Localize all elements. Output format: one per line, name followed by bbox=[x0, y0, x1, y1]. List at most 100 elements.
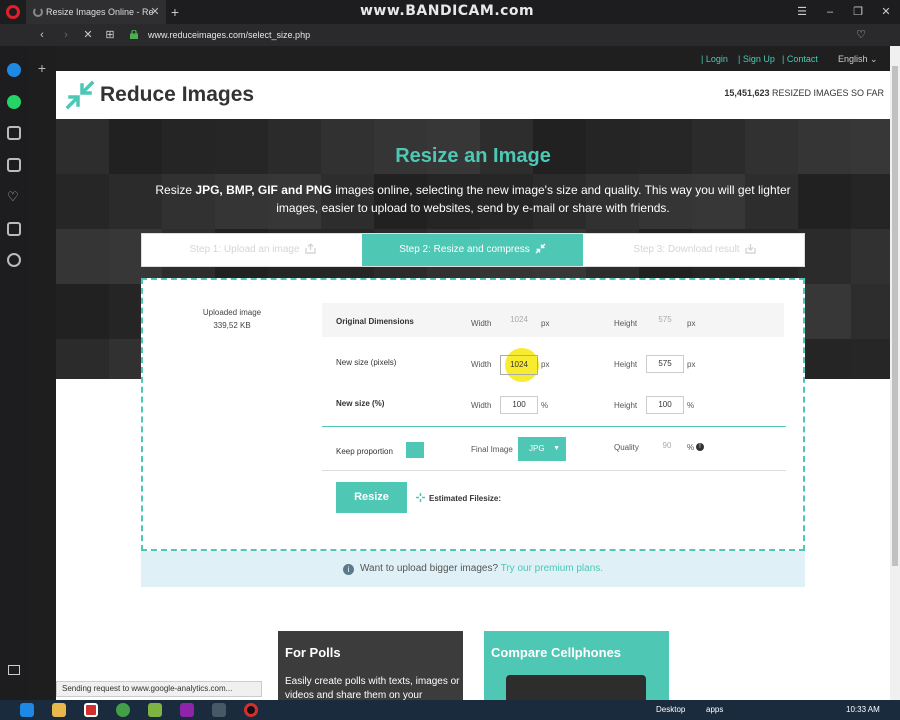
premium-notice-text: Want to upload bigger images? bbox=[359, 563, 501, 574]
site-header: Reduce Images 15,451,623 RESIZED IMAGES … bbox=[56, 71, 890, 119]
info-icon[interactable]: ! bbox=[696, 443, 704, 451]
minimize-button[interactable]: – bbox=[818, 0, 842, 24]
pct-height-unit: % bbox=[687, 401, 695, 410]
forward-icon[interactable]: › bbox=[56, 24, 76, 46]
desktop-toolbar-label[interactable]: Desktop bbox=[656, 700, 685, 720]
file-explorer-icon[interactable] bbox=[52, 703, 66, 717]
app-icon-green[interactable] bbox=[148, 703, 162, 717]
divider-line bbox=[322, 426, 786, 427]
keep-proportion-toggle[interactable] bbox=[406, 442, 424, 458]
bookmark-heart-icon[interactable]: ♡ bbox=[856, 26, 866, 44]
news-icon[interactable] bbox=[7, 222, 21, 236]
login-link[interactable]: | Login bbox=[701, 46, 728, 73]
description-body: images online, selecting the new image's… bbox=[276, 183, 791, 215]
format-value: JPG bbox=[529, 444, 545, 453]
chevron-down-icon: ⌄ bbox=[870, 54, 878, 64]
spinner-icon bbox=[416, 493, 425, 502]
opera-taskbar-icon[interactable] bbox=[84, 703, 98, 717]
polls-promo-card[interactable]: For Polls Easily create polls with texts… bbox=[278, 631, 463, 700]
orig-width-unit: px bbox=[541, 319, 550, 328]
browser-tab-bar: Resize Images Online - Re ✕ + www.BANDIC… bbox=[0, 0, 900, 24]
app-icon-gray[interactable] bbox=[212, 703, 226, 717]
site-top-bar: | Login | Sign Up | Contact English ⌄ bbox=[56, 46, 890, 71]
maximize-button[interactable]: ❐ bbox=[846, 0, 870, 24]
tab-step-2[interactable]: Step 2: Resize and compress bbox=[362, 234, 583, 266]
stop-reload-icon[interactable]: ✕ bbox=[78, 24, 98, 46]
resized-count: 15,451,623 RESIZED IMAGES SO FAR bbox=[724, 88, 884, 98]
format-select[interactable]: JPG ▼ bbox=[518, 437, 566, 461]
orig-width-value: 1024 bbox=[510, 315, 528, 324]
language-select[interactable]: English ⌄ bbox=[838, 46, 878, 73]
new-height-input[interactable]: 575 bbox=[646, 355, 684, 373]
url-field[interactable]: www.reduceimages.com/select_size.php ♡ bbox=[124, 26, 870, 44]
add-tab-plus-icon[interactable]: + bbox=[28, 58, 56, 78]
pct-height-input[interactable]: 100 bbox=[646, 396, 684, 414]
bandicam-watermark: www.BANDICAM.com bbox=[360, 3, 535, 19]
windows-taskbar: Desktop apps 10:33 AM bbox=[0, 700, 900, 720]
browser-status-text: Sending request to www.google-analytics.… bbox=[56, 681, 262, 697]
premium-plans-link[interactable]: Try our premium plans. bbox=[501, 563, 603, 574]
compress-arrows-logo-icon[interactable] bbox=[65, 80, 95, 110]
browser-sidebar: ♡ bbox=[0, 46, 28, 700]
new-height-label: Height bbox=[614, 360, 638, 369]
tab-title: Resize Images Online - Re bbox=[46, 7, 154, 17]
sidebar-toggle-icon[interactable] bbox=[8, 665, 20, 675]
tab-step-3[interactable]: Step 3: Download result bbox=[584, 234, 805, 266]
camera-icon[interactable] bbox=[7, 126, 21, 140]
browser-tab[interactable]: Resize Images Online - Re bbox=[26, 0, 166, 24]
close-window-button[interactable]: ✕ bbox=[874, 0, 898, 24]
chevron-down-icon: ▼ bbox=[553, 445, 560, 452]
lock-icon bbox=[130, 30, 138, 39]
bandicam-record-icon[interactable] bbox=[244, 703, 258, 717]
back-icon[interactable]: ‹ bbox=[32, 24, 52, 46]
new-size-percent-label: New size (%) bbox=[336, 399, 385, 408]
phones-image bbox=[506, 675, 646, 700]
tab-close-icon[interactable]: ✕ bbox=[148, 0, 162, 24]
apps-toolbar-label[interactable]: apps bbox=[706, 700, 723, 720]
scrollbar-thumb[interactable] bbox=[892, 66, 898, 566]
heart-icon[interactable]: ♡ bbox=[7, 190, 21, 204]
step-1-label: Step 1: Upload an image bbox=[189, 244, 300, 255]
orig-height-label: Height bbox=[614, 319, 638, 328]
history-clock-icon[interactable] bbox=[7, 253, 21, 267]
whatsapp-icon[interactable] bbox=[7, 95, 21, 109]
pct-width-input[interactable]: 100 bbox=[500, 396, 538, 414]
new-size-pixels-label: New size (pixels) bbox=[336, 358, 397, 367]
pct-width-label: Width bbox=[471, 401, 492, 410]
step-3-label: Step 3: Download result bbox=[633, 244, 740, 255]
page-scrollbar[interactable] bbox=[890, 46, 900, 700]
contact-link[interactable]: | Contact bbox=[782, 46, 818, 73]
tab-step-1[interactable]: Step 1: Upload an image bbox=[142, 234, 363, 266]
tiles-icon[interactable]: ⊞ bbox=[100, 24, 120, 46]
clock[interactable]: 10:33 AM bbox=[846, 700, 880, 720]
quality-input[interactable]: 90 bbox=[648, 438, 686, 456]
easy-setup-icon[interactable]: ☰ bbox=[790, 0, 814, 24]
description-lead: Resize bbox=[155, 183, 196, 197]
cellphones-promo-card[interactable]: Compare Cellphones bbox=[484, 631, 669, 700]
loading-spinner-icon bbox=[33, 7, 43, 17]
speed-dial-icon[interactable] bbox=[7, 158, 21, 172]
polls-promo-title: For Polls bbox=[285, 645, 341, 660]
ie-icon[interactable] bbox=[20, 703, 34, 717]
chrome-icon[interactable] bbox=[116, 703, 130, 717]
download-result-icon bbox=[744, 244, 756, 254]
description-formats: JPG, BMP, GIF and PNG bbox=[195, 183, 332, 197]
page-title: Resize an Image bbox=[395, 145, 551, 167]
orig-height-unit: px bbox=[687, 319, 696, 328]
opera-logo-icon[interactable] bbox=[6, 5, 20, 19]
app-icon-purple[interactable] bbox=[180, 703, 194, 717]
pct-width-unit: % bbox=[541, 401, 549, 410]
signup-link[interactable]: | Sign Up bbox=[738, 46, 775, 73]
site-logo-text[interactable]: Reduce Images bbox=[100, 83, 254, 107]
uploaded-image-info: Uploaded image 339,52 KB bbox=[199, 306, 265, 332]
info-circle-icon: i bbox=[342, 564, 354, 575]
url-text: www.reduceimages.com/select_size.php bbox=[148, 30, 311, 40]
step-2-label: Step 2: Resize and compress bbox=[399, 244, 530, 255]
estimated-filesize-label: Estimated Filesize: bbox=[429, 494, 502, 503]
new-tab-button[interactable]: + bbox=[168, 0, 182, 24]
messenger-icon[interactable] bbox=[7, 63, 21, 77]
page-description: Resize JPG, BMP, GIF and PNG images onli… bbox=[138, 181, 808, 217]
resize-button[interactable]: Resize bbox=[336, 482, 407, 513]
uploaded-image-title: Uploaded image bbox=[202, 308, 262, 317]
new-width-input[interactable]: 1024 bbox=[500, 355, 538, 375]
